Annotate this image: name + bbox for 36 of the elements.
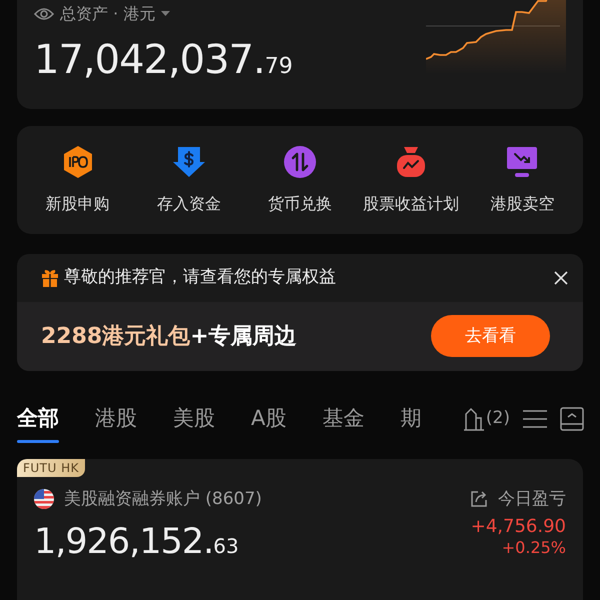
pnl-label: 今日盈亏 xyxy=(498,488,566,511)
pnl-percent: +0.25% xyxy=(502,538,566,558)
market-tab[interactable]: 港股 xyxy=(95,398,137,440)
market-tab[interactable]: 基金 xyxy=(322,398,364,440)
shortcut-label[interactable]: 新股申购 xyxy=(46,192,110,216)
market-tab[interactable]: 期 xyxy=(400,398,422,440)
us-flag-icon xyxy=(34,489,54,510)
monitor-down-icon xyxy=(506,146,538,178)
market-tab[interactable]: A股 xyxy=(251,398,286,440)
broker-badge: FUTU HK xyxy=(17,458,86,477)
total-assets-amount: 17,042,037.79 xyxy=(34,36,293,85)
eye-icon[interactable] xyxy=(34,7,54,21)
shortcut-label[interactable]: 存入资金 xyxy=(156,192,221,216)
exchange-icon xyxy=(284,146,316,178)
money-bag-icon xyxy=(396,146,426,178)
close-icon[interactable] xyxy=(553,270,569,286)
account-amount: 1,926,152.63 xyxy=(34,521,239,564)
shortcut-label[interactable]: 股票收益计划 xyxy=(363,192,460,216)
dropdown-icon[interactable] xyxy=(161,11,170,17)
gift-icon xyxy=(41,268,59,287)
promo-title: 尊敬的推荐官，请查看您的专属权益 xyxy=(64,266,336,290)
promo-offer: 2288港元礼包+专属周边 xyxy=(41,322,297,351)
ipo-icon xyxy=(62,145,94,180)
menu-icon[interactable] xyxy=(522,409,548,430)
account-name: 美股融资融券账户 (8607) xyxy=(64,488,262,511)
dollar-shield-icon xyxy=(172,146,206,178)
market-tab[interactable]: 全部 xyxy=(17,398,59,440)
building-icon[interactable] xyxy=(462,407,486,432)
bank-count: (2) xyxy=(486,407,510,430)
shortcut-label[interactable]: 港股卖空 xyxy=(490,192,554,216)
collapse-icon[interactable] xyxy=(560,407,584,432)
assets-label: 总资产 · 港元 xyxy=(60,3,156,25)
market-tab[interactable]: 美股 xyxy=(173,398,215,440)
share-icon[interactable] xyxy=(470,490,488,508)
shortcut-label[interactable]: 货币兑换 xyxy=(268,192,332,216)
pnl-amount: +4,756.90 xyxy=(470,516,566,538)
